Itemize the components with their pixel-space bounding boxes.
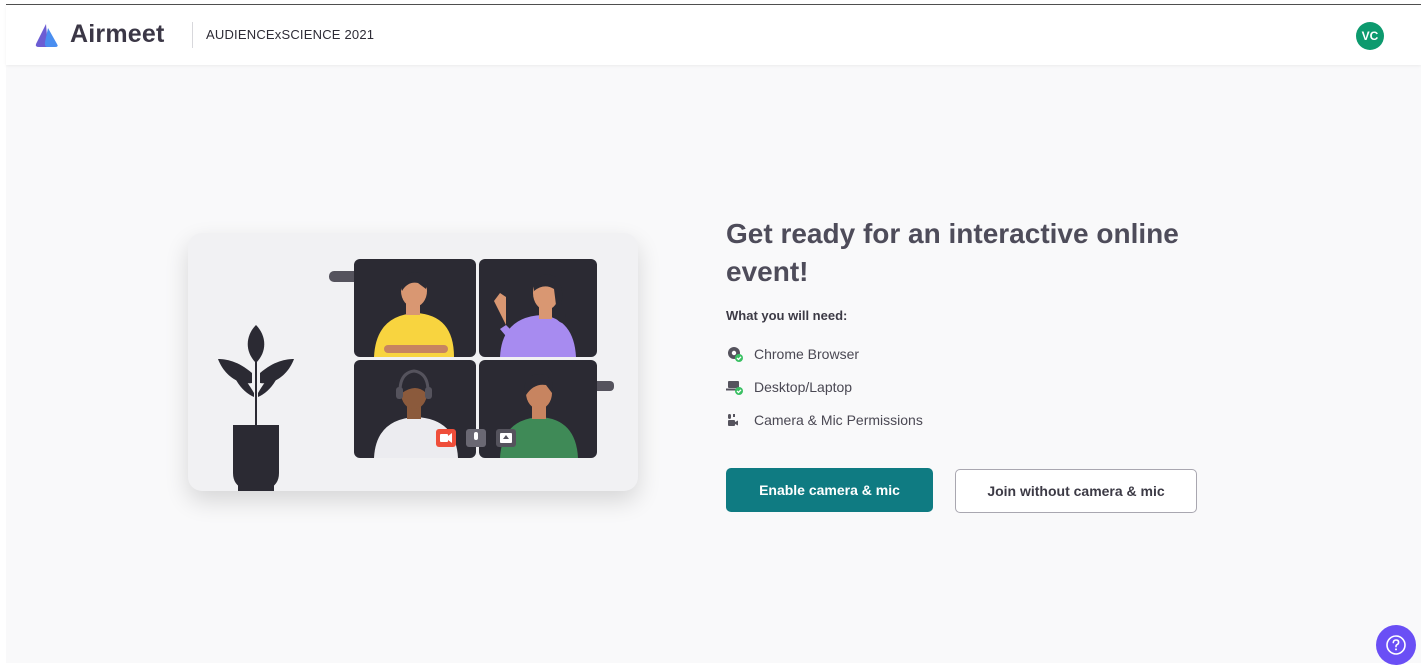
chrome-icon [726,345,746,363]
question-circle-icon [1386,635,1406,655]
join-without-camera-mic-button[interactable]: Join without camera & mic [955,469,1197,513]
video-call-illustration [218,259,614,491]
requirement-chrome: Chrome Browser [726,345,859,363]
page-title: Get ready for an interactive online even… [726,218,1179,287]
app-frame: Airmeet AUDIENCExSCIENCE 2021 VC Get rea… [6,4,1421,665]
enable-camera-mic-button[interactable]: Enable camera & mic [726,468,933,512]
requirements-heading: What you will need: [726,308,848,323]
avatar[interactable]: VC [1356,22,1384,50]
brand-logo[interactable]: Airmeet [34,20,165,49]
header-divider [192,22,193,48]
top-bar: Airmeet AUDIENCExSCIENCE 2021 VC [6,5,1421,65]
laptop-icon [726,378,746,396]
airmeet-logo-icon [35,23,58,47]
requirement-desktop: Desktop/Laptop [726,378,852,396]
help-button[interactable] [1376,625,1416,665]
requirement-label: Chrome Browser [754,346,860,362]
brand-name: Airmeet [70,20,165,48]
requirement-label: Desktop/Laptop [754,379,853,395]
camera-mic-icon [726,411,746,429]
requirement-label: Camera & Mic Permissions [754,412,923,428]
illustration-card [188,233,638,491]
requirement-camera-mic: Camera & Mic Permissions [726,411,923,429]
event-name: AUDIENCExSCIENCE 2021 [206,27,375,42]
